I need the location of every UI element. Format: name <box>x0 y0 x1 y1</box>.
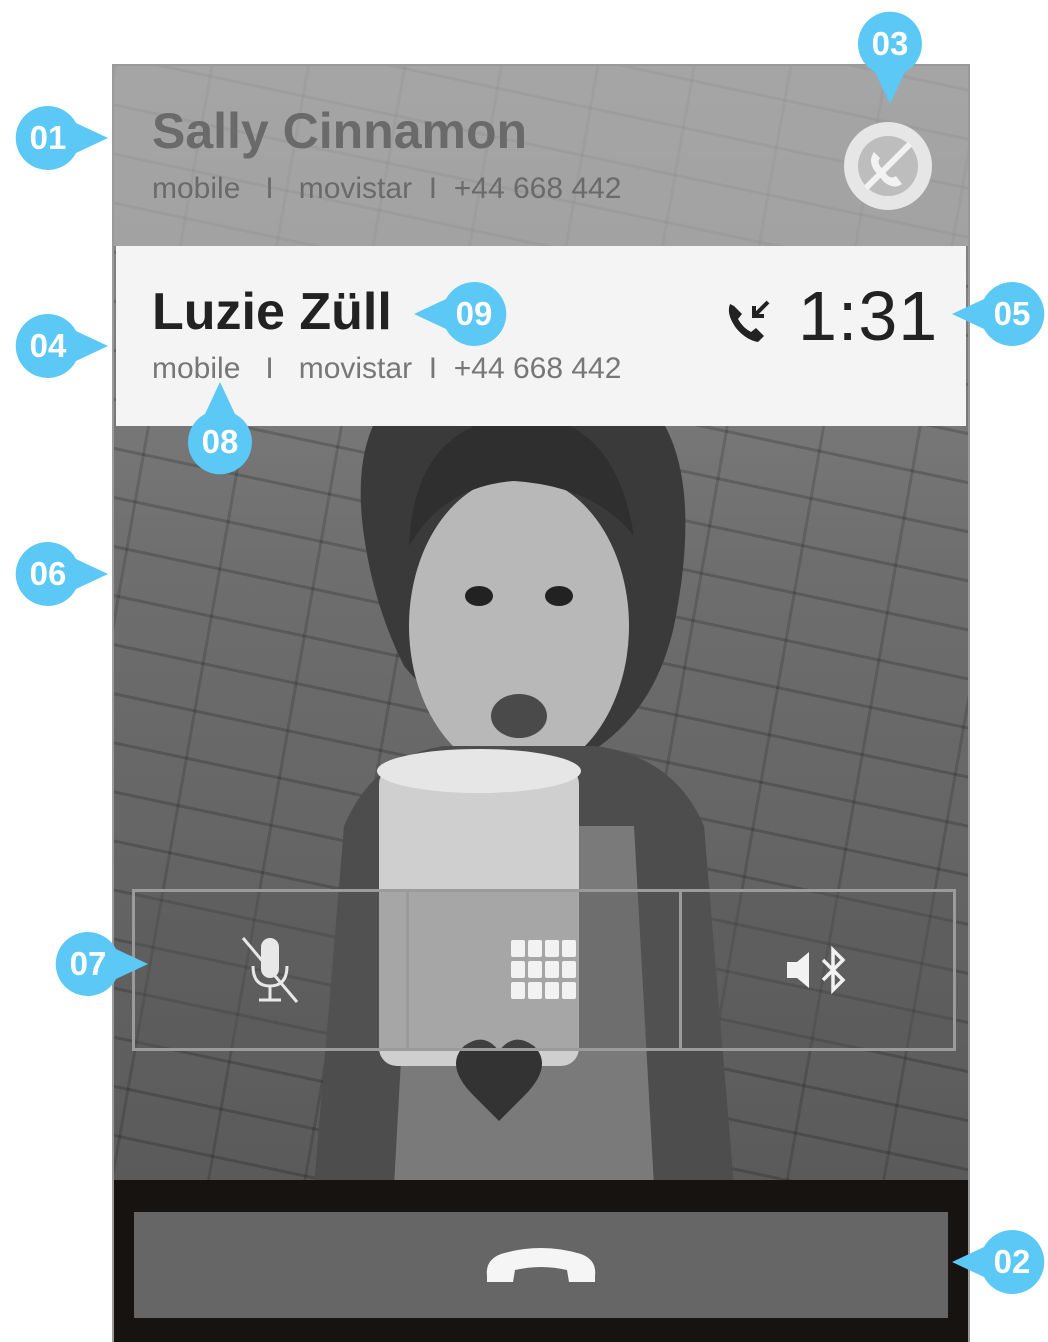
held-call-bar[interactable]: Sally Cinnamon mobile I movistar I +44 6… <box>114 66 968 246</box>
held-caller-info: mobile I movistar I +44 668 442 <box>152 172 622 205</box>
annotation-marker-06: 06 <box>15 541 109 606</box>
mic-muted-icon <box>242 937 299 1003</box>
annotation-marker-05: 05 <box>952 281 1045 346</box>
call-on-hold-icon[interactable] <box>844 122 932 210</box>
annotation-marker-02: 02 <box>952 1229 1045 1294</box>
speaker-bluetooth-icon <box>786 945 846 995</box>
end-call-area <box>114 1180 968 1342</box>
call-timer: 1:31 <box>798 277 939 355</box>
end-call-icon <box>486 1248 596 1282</box>
call-controls <box>132 889 956 1051</box>
mute-button[interactable] <box>135 892 409 1048</box>
annotation-marker-04: 04 <box>15 313 109 378</box>
audio-output-button[interactable] <box>682 892 953 1048</box>
phone-screen: Sally Cinnamon mobile I movistar I +44 6… <box>114 66 968 1342</box>
active-caller-info: mobile I movistar I +44 668 442 <box>152 352 622 385</box>
active-call-bar[interactable]: Luzie Züll mobile I movistar I +44 668 4… <box>116 246 966 426</box>
annotation-marker-01: 01 <box>15 105 109 170</box>
annotation-marker-03: 03 <box>857 11 922 105</box>
active-caller-name: Luzie Züll <box>152 283 392 341</box>
annotation-marker-09: 09 <box>414 281 507 346</box>
keypad-icon <box>511 940 576 999</box>
annotation-marker-07: 07 <box>55 931 149 996</box>
end-call-button[interactable] <box>134 1212 948 1318</box>
held-caller-name: Sally Cinnamon <box>152 103 528 159</box>
annotation-marker-08: 08 <box>187 382 252 475</box>
incoming-call-icon <box>722 292 778 348</box>
keypad-button[interactable] <box>409 892 683 1048</box>
